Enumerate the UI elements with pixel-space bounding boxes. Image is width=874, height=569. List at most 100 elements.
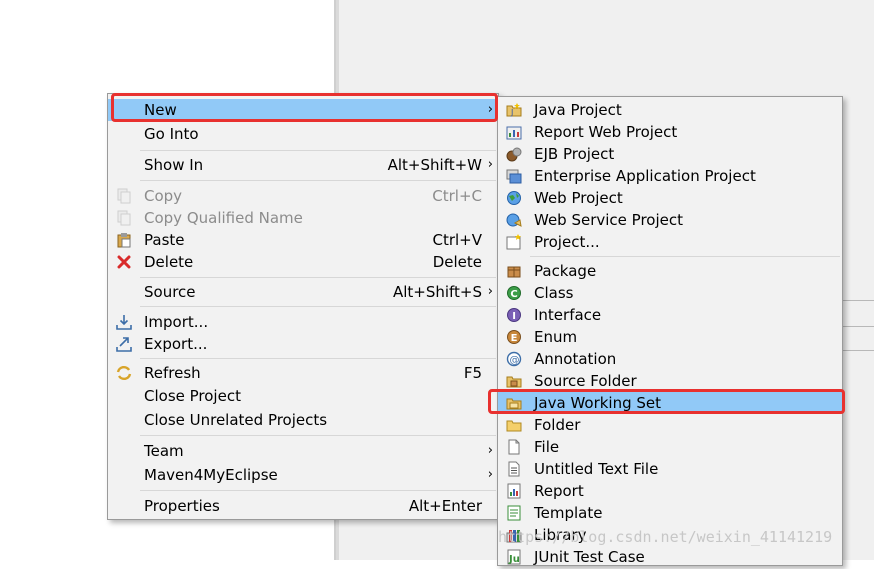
new-submenu: J Java Project Report Web Project EJB Proje… [497, 96, 843, 566]
panel-divider [842, 326, 874, 327]
svg-text:@: @ [510, 355, 520, 366]
menu-item-label: Paste [144, 231, 185, 249]
menu-item-source[interactable]: Source Alt+Shift+S › [108, 281, 498, 303]
menu-item-label: Annotation [534, 350, 617, 368]
source-folder-icon [506, 373, 522, 389]
menu-item-label: Import... [144, 313, 209, 331]
menu-item-source-folder[interactable]: Source Folder [498, 370, 842, 392]
blank-icon [116, 388, 132, 404]
menu-item-junit-test-case[interactable]: Ju JUnit Test Case [498, 546, 842, 568]
menu-separator [140, 306, 496, 307]
menu-item-shortcut: Alt+Enter [408, 497, 482, 515]
submenu-arrow-icon: › [487, 284, 493, 299]
menu-item-label: Properties [144, 497, 220, 515]
menu-item-shortcut: Delete [432, 253, 482, 271]
svg-text:E: E [511, 333, 518, 344]
menu-item-team[interactable]: Team › [108, 440, 498, 462]
menu-item-label: Template [534, 504, 603, 522]
blank-icon [116, 467, 132, 483]
menu-item-label: Source [144, 283, 196, 301]
project-icon [506, 234, 522, 250]
report-icon [506, 483, 522, 499]
menu-item-label: Class [534, 284, 574, 302]
menu-item-report-web-project[interactable]: Report Web Project [498, 121, 842, 143]
menu-item-interface[interactable]: I Interface [498, 304, 842, 326]
annotation-icon: @ [506, 351, 522, 367]
menu-item-export[interactable]: Export... [108, 333, 498, 355]
menu-item-enum[interactable]: E Enum [498, 326, 842, 348]
refresh-icon [116, 365, 132, 381]
menu-item-shortcut: F5 [463, 364, 482, 382]
menu-item-close-project[interactable]: Close Project [108, 385, 498, 407]
ejb-project-icon [506, 146, 522, 162]
menu-separator [140, 435, 496, 436]
file-icon [506, 439, 522, 455]
menu-item-package[interactable]: Package [498, 260, 842, 282]
enterprise-application-project-icon [506, 168, 522, 184]
menu-item-untitled-text-file[interactable]: Untitled Text File [498, 458, 842, 480]
submenu-arrow-icon: › [487, 467, 493, 482]
menu-item-label: Copy Qualified Name [144, 209, 303, 227]
menu-item-ejb-project[interactable]: EJB Project [498, 143, 842, 165]
menu-item-go-into[interactable]: Go Into [108, 123, 498, 145]
menu-item-refresh[interactable]: Refresh F5 [108, 362, 498, 384]
menu-item-file[interactable]: File [498, 436, 842, 458]
menu-item-shortcut: Alt+Shift+W [387, 156, 482, 174]
blank-icon [116, 102, 132, 118]
svg-text:J: J [510, 108, 513, 117]
menu-item-import[interactable]: Import... [108, 311, 498, 333]
menu-item-shortcut: Alt+Shift+S [392, 283, 482, 301]
menu-item-label: Team [144, 442, 184, 460]
menu-separator [140, 277, 496, 278]
java-working-set-icon [506, 395, 522, 411]
interface-icon: I [506, 307, 522, 323]
menu-item-template[interactable]: Template [498, 502, 842, 524]
menu-item-shortcut: Ctrl+C [432, 187, 482, 205]
menu-item-enterprise-application-project[interactable]: Enterprise Application Project [498, 165, 842, 187]
menu-item-web-service-project[interactable]: Web Service Project [498, 209, 842, 231]
menu-item-label: Source Folder [534, 372, 637, 390]
context-menu: New › Go Into Show In Alt+Shift+W › Copy Ctrl+C… [107, 93, 499, 520]
web-service-project-icon [506, 212, 522, 228]
menu-item-project[interactable]: Project... [498, 231, 842, 253]
menu-item-label: Close Project [144, 387, 241, 405]
menu-item-label: Maven4MyEclipse [144, 466, 278, 484]
menu-item-label: Untitled Text File [534, 460, 659, 478]
menu-separator [140, 358, 496, 359]
panel-divider [842, 350, 874, 351]
menu-item-label: Web Service Project [534, 211, 683, 229]
web-project-icon [506, 190, 522, 206]
submenu-arrow-icon: › [487, 102, 493, 117]
menu-item-properties[interactable]: Properties Alt+Enter [108, 495, 498, 517]
watermark: https://blog.csdn.net/weixin_41141219 [498, 528, 833, 546]
menu-item-label: Java Working Set [534, 394, 662, 412]
menu-item-label: Report Web Project [534, 123, 678, 141]
menu-item-close-unrelated-projects[interactable]: Close Unrelated Projects [108, 409, 498, 431]
menu-item-delete[interactable]: Delete Delete [108, 251, 498, 273]
menu-item-copy-qualified-name: Copy Qualified Name [108, 207, 498, 229]
submenu-arrow-icon: › [487, 443, 493, 458]
blank-icon [116, 157, 132, 173]
menu-separator [140, 490, 496, 491]
menu-item-java-working-set[interactable]: Java Working Set [498, 392, 842, 414]
menu-item-label: File [534, 438, 560, 456]
menu-item-new[interactable]: New › [108, 99, 498, 121]
menu-item-web-project[interactable]: Web Project [498, 187, 842, 209]
menu-item-report[interactable]: Report [498, 480, 842, 502]
import-icon [116, 314, 132, 330]
menu-item-maven4myeclipse[interactable]: Maven4MyEclipse › [108, 464, 498, 486]
menu-item-label: Java Project [534, 101, 622, 119]
menu-item-paste[interactable]: Paste Ctrl+V [108, 229, 498, 251]
menu-item-show-in[interactable]: Show In Alt+Shift+W › [108, 154, 498, 176]
menu-item-annotation[interactable]: @ Annotation [498, 348, 842, 370]
menu-item-label: Report [534, 482, 584, 500]
menu-item-class[interactable]: C Class [498, 282, 842, 304]
submenu-separator [530, 256, 840, 257]
menu-item-label: Interface [534, 306, 602, 324]
menu-item-label: EJB Project [534, 145, 615, 163]
menu-item-label: Enterprise Application Project [534, 167, 756, 185]
menu-item-label: Folder [534, 416, 581, 434]
blank-icon [116, 126, 132, 142]
menu-item-java-project[interactable]: J Java Project [498, 99, 842, 121]
menu-item-folder[interactable]: Folder [498, 414, 842, 436]
